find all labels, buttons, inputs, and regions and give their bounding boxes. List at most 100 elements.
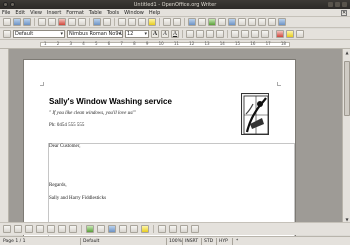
vertical-scrollbar[interactable]: ▲ ▼ (342, 49, 350, 231)
status-hyperlink-mode[interactable]: HYP (219, 239, 228, 244)
cut-icon[interactable] (118, 18, 126, 26)
underline-button[interactable]: A (171, 30, 179, 38)
menu-view[interactable]: View (30, 10, 42, 16)
maximize-button[interactable] (335, 2, 340, 7)
window-title: Untitled1 - OpenOffice.org Writer (133, 1, 217, 8)
nonprinting-characters-icon[interactable] (258, 18, 266, 26)
spellcheck-icon[interactable] (93, 18, 101, 26)
align-left-icon[interactable] (186, 30, 194, 38)
font-color-icon[interactable] (276, 30, 284, 38)
line-icon[interactable] (14, 225, 22, 233)
font-name-select[interactable]: Nimbus Roman No9 L (67, 30, 123, 38)
zoom-icon[interactable] (268, 18, 276, 26)
vertical-ruler[interactable] (0, 49, 9, 231)
freeform-line-icon[interactable] (47, 225, 55, 233)
horizontal-ruler[interactable]: 1 2 3 4 5 6 7 8 9 10 11 12 13 14 15 16 1… (0, 40, 350, 49)
help-icon[interactable] (278, 18, 286, 26)
flowchart-icon[interactable] (119, 225, 127, 233)
align-right-icon[interactable] (206, 30, 214, 38)
align-center-icon[interactable] (196, 30, 204, 38)
data-sources-icon[interactable] (248, 18, 256, 26)
letter-salutation[interactable]: Dear Customer, (49, 144, 80, 149)
menubar: File Edit View Insert Format Table Tools… (0, 9, 350, 17)
bullets-icon[interactable] (241, 30, 249, 38)
ellipse-icon[interactable] (36, 225, 44, 233)
status-separator (201, 238, 202, 245)
window-washer-logo-image[interactable] (241, 93, 269, 135)
highlighting-icon[interactable] (286, 30, 294, 38)
justify-icon[interactable] (216, 30, 224, 38)
increase-indent-icon[interactable] (261, 30, 269, 38)
block-arrows-icon[interactable] (108, 225, 116, 233)
stars-icon[interactable] (141, 225, 149, 233)
find-replace-icon[interactable] (218, 18, 226, 26)
hyperlink-icon[interactable] (188, 18, 196, 26)
status-selection-mode[interactable]: STD (204, 239, 213, 244)
ruler-number: 18 (280, 41, 286, 46)
document-page[interactable]: Sally's Window Washing service " If you … (23, 59, 296, 245)
redo-icon[interactable] (173, 18, 181, 26)
styles-formatting-icon[interactable] (3, 30, 11, 38)
edit-file-icon[interactable] (38, 18, 46, 26)
export-pdf-icon[interactable] (58, 18, 66, 26)
page-preview-icon[interactable] (78, 18, 86, 26)
menu-edit[interactable]: Edit (15, 10, 25, 16)
copy-icon[interactable] (128, 18, 136, 26)
letter-signature[interactable]: Sally and Harry Fiddlesticks (49, 196, 106, 201)
close-window-button[interactable] (342, 2, 347, 7)
background-color-icon[interactable] (296, 30, 304, 38)
symbol-shapes-icon[interactable] (97, 225, 105, 233)
new-document-icon[interactable] (3, 18, 11, 26)
menu-format[interactable]: Format (66, 10, 84, 16)
menu-window[interactable]: Window (124, 10, 144, 16)
text-icon[interactable] (58, 225, 66, 233)
paste-icon[interactable] (138, 18, 146, 26)
status-insert-mode[interactable]: INSRT (185, 239, 198, 244)
callout-shapes-icon[interactable] (130, 225, 138, 233)
table-icon[interactable] (198, 18, 206, 26)
company-slogan: " If you like clean windows, you'll love… (49, 111, 136, 116)
menu-tools[interactable]: Tools (107, 10, 119, 16)
email-icon[interactable] (48, 18, 56, 26)
scroll-up-arrow[interactable]: ▲ (344, 50, 350, 56)
extrusion-icon[interactable] (191, 225, 199, 233)
basic-shapes-icon[interactable] (86, 225, 94, 233)
fontwork-gallery-icon[interactable] (169, 225, 177, 233)
from-file-icon[interactable] (180, 225, 188, 233)
italic-button[interactable]: A (161, 30, 169, 38)
select-arrow-icon[interactable] (3, 225, 11, 233)
font-size-select[interactable]: 12 (125, 30, 149, 38)
ruler-number: 5 (94, 41, 98, 46)
numbering-icon[interactable] (231, 30, 239, 38)
undo-icon[interactable] (163, 18, 171, 26)
ruler-number: 7 (120, 41, 123, 46)
letter-closing[interactable]: Regards, (49, 183, 67, 188)
paragraph-style-select[interactable]: Default (13, 30, 65, 38)
save-icon[interactable] (23, 18, 31, 26)
menu-insert[interactable]: Insert (47, 10, 61, 16)
minimize-button[interactable] (328, 2, 333, 7)
scrollbar-thumb[interactable] (344, 61, 350, 116)
status-separator (166, 238, 167, 245)
navigator-icon[interactable] (228, 18, 236, 26)
format-paintbrush-icon[interactable] (148, 18, 156, 26)
menu-file[interactable]: File (2, 10, 10, 16)
close-document-button[interactable]: ✕ (341, 10, 347, 16)
menu-table[interactable]: Table (89, 10, 102, 16)
open-icon[interactable] (13, 18, 21, 26)
status-zoom[interactable]: 100% (169, 239, 182, 244)
bold-button[interactable]: A (151, 30, 159, 38)
show-draw-functions-icon[interactable] (208, 18, 216, 26)
status-page-style[interactable]: Default (83, 239, 99, 244)
autospellcheck-icon[interactable] (103, 18, 111, 26)
points-icon[interactable] (158, 225, 166, 233)
menu-help[interactable]: Help (149, 10, 160, 16)
status-page-count: Page 1 / 1 (3, 239, 26, 244)
rectangle-icon[interactable] (25, 225, 33, 233)
crop-mark (277, 82, 281, 86)
ruler-number: 15 (235, 41, 241, 46)
print-icon[interactable] (68, 18, 76, 26)
decrease-indent-icon[interactable] (251, 30, 259, 38)
callouts-icon[interactable] (69, 225, 77, 233)
gallery-icon[interactable] (238, 18, 246, 26)
